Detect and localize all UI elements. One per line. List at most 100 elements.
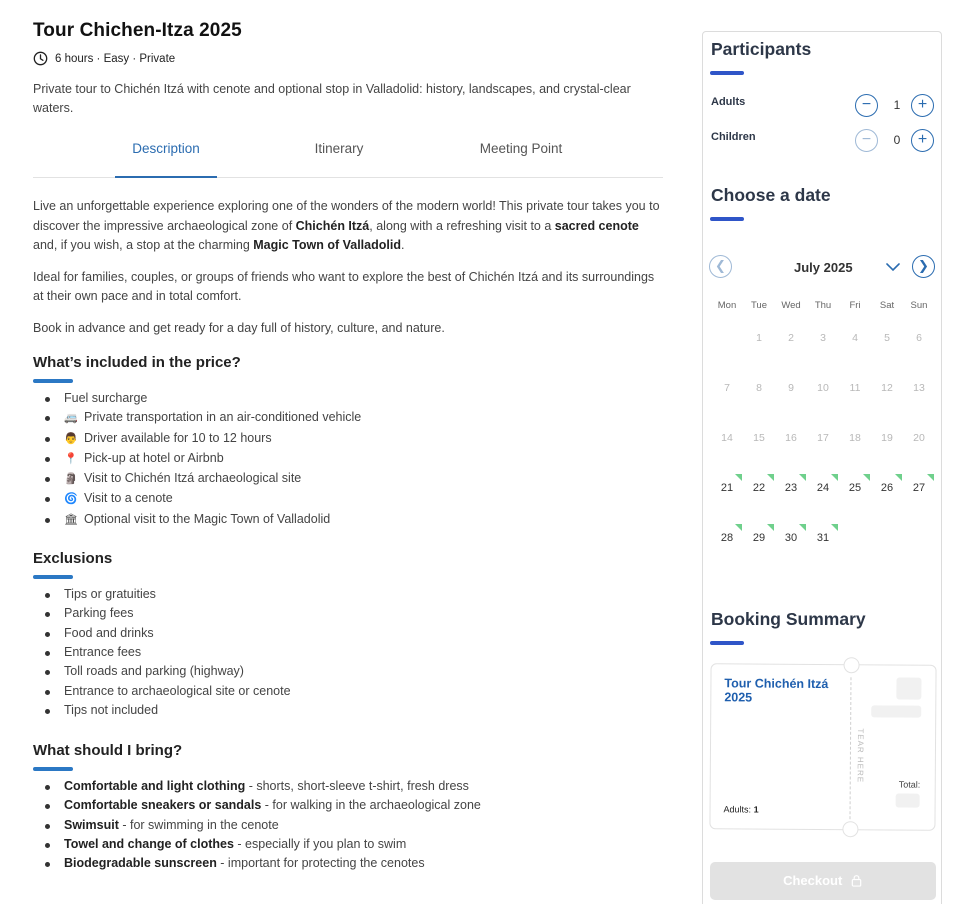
calendar-day-available[interactable]: 21 <box>711 479 743 497</box>
calendar-day-disabled: 13 <box>913 382 925 394</box>
booking-ticket: Tour Chichén Itzá 2025 TEAR HERE Total: … <box>709 657 937 838</box>
ticket-title: Tour Chichén Itzá 2025 <box>724 676 829 705</box>
heading-underline <box>33 379 73 383</box>
included-item-text: Visit to a cenote <box>84 491 173 506</box>
weekday-label: Tue <box>750 300 768 311</box>
booking-summary-heading: Booking Summary <box>711 609 866 629</box>
calendar-day-disabled: 19 <box>881 432 893 444</box>
bring-item: Comfortable sneakers or sandals - for wa… <box>45 796 663 815</box>
included-item-text: Fuel surcharge <box>64 391 148 405</box>
monument-icon: 🗿 <box>64 473 78 486</box>
calendar-day-disabled: 1 <box>756 332 762 344</box>
tour-details: Tour Chichen-Itza 2025 6 hours · Easy · … <box>33 20 663 874</box>
van-icon: 🚐 <box>64 412 78 425</box>
calendar-day-available[interactable]: 23 <box>775 479 807 497</box>
exclusion-item: Tips not included <box>45 701 663 720</box>
calendar-day-disabled: 14 <box>721 432 733 444</box>
included-item: 📍 Pick-up at hotel or Airbnb <box>45 449 663 469</box>
calendar-day-available[interactable]: 27 <box>903 479 935 497</box>
calendar-day-available[interactable]: 22 <box>743 479 775 497</box>
town-icon: 🏛 <box>64 513 78 526</box>
calendar-day-disabled: 12 <box>881 382 893 394</box>
included-item-text: Private transportation in an air-conditi… <box>84 410 362 425</box>
calendar-day-disabled: 7 <box>724 382 730 394</box>
tour-summary: Private tour to Chichén Itzá with cenote… <box>33 82 631 115</box>
calendar-day-available[interactable]: 30 <box>775 529 807 547</box>
heading-underline <box>33 575 73 580</box>
calendar-day-available[interactable]: 26 <box>871 479 903 497</box>
driver-icon: 👨 <box>64 432 78 445</box>
loading-placeholder <box>895 793 920 808</box>
description-content: Live an unforgettable experience explori… <box>33 197 663 338</box>
tour-meta: 6 hours · Easy · Private <box>33 51 663 66</box>
cenote-icon: 🌀 <box>64 493 78 506</box>
pin-icon: 📍 <box>64 452 78 465</box>
included-item-text: Pick-up at hotel or Airbnb <box>84 450 224 465</box>
adults-decrement-button[interactable]: − <box>855 94 878 117</box>
adults-label: Adults <box>711 96 746 108</box>
calendar-day-disabled: 5 <box>884 332 890 344</box>
bring-list: Comfortable and light clothing - shorts,… <box>33 777 663 873</box>
children-decrement-button[interactable]: − <box>855 129 878 152</box>
bring-item: Biodegradable sunscreen - important for … <box>45 854 663 873</box>
booking-panel: Participants Adults − 1 + Children − 0 +… <box>702 31 942 904</box>
children-row: Children − 0 + <box>711 129 935 155</box>
chevron-left-icon: ❮ <box>715 258 726 273</box>
tab-itinerary[interactable]: Itinerary <box>288 141 390 177</box>
calendar-day-available[interactable]: 29 <box>743 529 775 547</box>
calendar-day-disabled: 4 <box>852 332 858 344</box>
checkout-button[interactable]: Checkout <box>710 862 936 900</box>
tear-here-label: TEAR HERE <box>855 728 866 784</box>
description-paragraph: Ideal for families, couples, or groups o… <box>33 269 655 304</box>
participants-heading: Participants <box>711 39 812 59</box>
calendar-day-available[interactable]: 25 <box>839 479 871 497</box>
description-paragraph: Live an unforgettable experience explori… <box>33 199 660 252</box>
bring-item: Comfortable and light clothing - shorts,… <box>45 777 663 796</box>
next-month-button[interactable]: ❯ <box>912 255 935 278</box>
included-heading: What’s included in the price? <box>33 354 241 371</box>
chevron-down-icon[interactable] <box>884 258 902 276</box>
tour-meta-text: 6 hours · Easy · Private <box>55 52 176 65</box>
heading-underline <box>33 767 73 772</box>
bring-item: Swimsuit - for swimming in the cenote <box>45 816 663 835</box>
included-item-text: Driver available for 10 to 12 hours <box>84 430 272 445</box>
exclusion-item: Toll roads and parking (highway) <box>45 662 663 681</box>
calendar-day-disabled: 17 <box>817 432 829 444</box>
calendar-day-disabled: 3 <box>820 332 826 344</box>
included-item: 🌀 Visit to a cenote <box>45 489 663 509</box>
exclusion-item: Food and drinks <box>45 624 663 643</box>
weekday-label: Sat <box>879 300 895 311</box>
loading-placeholder <box>871 705 922 718</box>
weekday-label: Wed <box>781 300 801 311</box>
clock-icon <box>33 51 48 66</box>
prev-month-button[interactable]: ❮ <box>709 255 732 278</box>
calendar-day-disabled: 16 <box>785 432 797 444</box>
month-label: July 2025 <box>794 260 853 275</box>
tab-description[interactable]: Description <box>115 141 217 178</box>
adults-row: Adults − 1 + <box>711 94 935 120</box>
calendar-day-available[interactable]: 31 <box>807 529 839 547</box>
bring-item: Towel and change of clothes - especially… <box>45 835 663 854</box>
children-label: Children <box>711 131 756 143</box>
adults-increment-button[interactable]: + <box>911 94 934 117</box>
calendar-day-available[interactable]: 24 <box>807 479 839 497</box>
calendar-day-disabled: 8 <box>756 382 762 394</box>
children-count: 0 <box>893 133 901 147</box>
chevron-right-icon: ❯ <box>918 258 929 273</box>
included-item: Fuel surcharge <box>45 389 663 408</box>
included-item: 🏛 Optional visit to the Magic Town of Val… <box>45 510 663 530</box>
calendar-day-disabled: 10 <box>817 382 829 394</box>
children-increment-button[interactable]: + <box>911 129 934 152</box>
tab-meeting-point[interactable]: Meeting Point <box>470 141 572 177</box>
calendar-day-available[interactable]: 28 <box>711 529 743 547</box>
calendar-day-disabled: 20 <box>913 432 925 444</box>
calendar-day-disabled: 18 <box>849 432 861 444</box>
heading-bar <box>710 71 744 75</box>
weekday-label: Thu <box>814 300 832 311</box>
adults-count: 1 <box>893 98 901 112</box>
calendar-day-disabled: 6 <box>916 332 922 344</box>
date-heading: Choose a date <box>711 185 831 205</box>
total-label: Total: <box>898 779 921 790</box>
ticket-perforation <box>849 677 852 820</box>
included-item-text: Optional visit to the Magic Town of Vall… <box>84 511 331 526</box>
